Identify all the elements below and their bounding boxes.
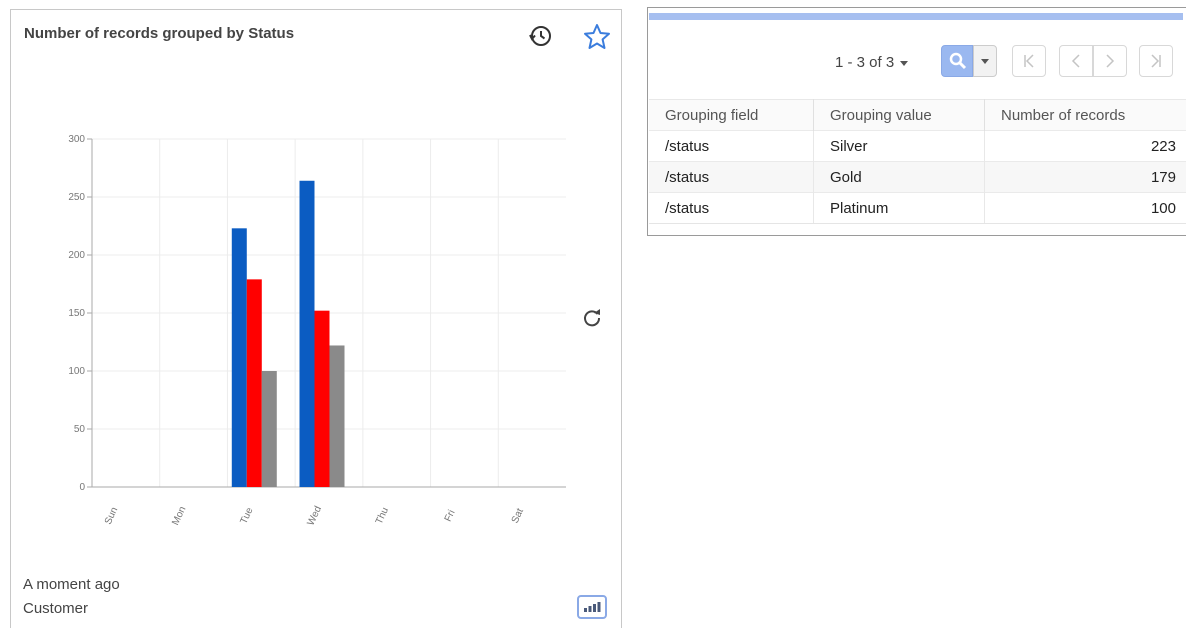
- last-page-button[interactable]: [1139, 45, 1173, 77]
- previous-page-button[interactable]: [1059, 45, 1093, 77]
- cell-grouping-field: /status: [649, 192, 814, 224]
- y-tick-label: 50: [74, 424, 86, 435]
- bar-chart: 0 50 100 150 200 250 300 Sun Mon Tue Wed Thu Fri Sat: [68, 134, 566, 528]
- bar: [246, 279, 262, 487]
- bar: [231, 228, 247, 487]
- bar: [329, 345, 345, 487]
- bar: [314, 310, 330, 487]
- cell-number-of-records: 179: [984, 161, 1186, 193]
- chart-widget: Number of records grouped by Status 0 50 1…: [10, 9, 622, 628]
- x-tick-label: Tue: [238, 506, 255, 526]
- entity-name: Customer: [23, 600, 89, 617]
- chart-type-button[interactable]: [577, 595, 607, 619]
- pagination-dropdown[interactable]: 1 - 3 of 3: [835, 54, 909, 71]
- x-tick-label: Sun: [103, 506, 120, 527]
- first-page-icon: [1024, 54, 1034, 68]
- cell-grouping-value: Gold: [813, 161, 985, 193]
- cell-grouping-value: Silver: [813, 130, 985, 162]
- y-tick-label: 250: [68, 192, 85, 203]
- table-row[interactable]: /status Gold 179: [649, 161, 1186, 193]
- caret-down-icon: [981, 59, 989, 64]
- cell-number-of-records: 100: [984, 192, 1186, 224]
- cell-number-of-records: 223: [984, 130, 1186, 162]
- y-tick-label: 300: [68, 134, 85, 145]
- y-tick-label: 150: [68, 308, 85, 319]
- bar-chart-icon: [584, 602, 601, 612]
- x-tick-label: Fri: [443, 508, 458, 523]
- table-header-row: Grouping field Grouping value Number of …: [649, 99, 1186, 131]
- last-page-icon: [1151, 54, 1161, 68]
- cell-grouping-field: /status: [649, 161, 814, 193]
- column-header-grouping-value[interactable]: Grouping value: [813, 99, 985, 131]
- x-tick-label: Sat: [510, 507, 526, 525]
- table-row[interactable]: /status Platinum 100: [649, 192, 1186, 224]
- last-updated-text: A moment ago: [23, 576, 120, 593]
- panel-header-bar: [649, 13, 1183, 20]
- next-page-button[interactable]: [1093, 45, 1127, 77]
- cell-grouping-value: Platinum: [813, 192, 985, 224]
- caret-down-icon: [900, 60, 909, 66]
- bar: [261, 371, 277, 487]
- pagination-text: 1 - 3 of 3: [835, 54, 895, 71]
- chevron-left-icon: [1071, 54, 1080, 68]
- first-page-button[interactable]: [1012, 45, 1046, 77]
- bar: [299, 180, 315, 487]
- column-header-grouping-field[interactable]: Grouping field: [649, 99, 814, 131]
- y-tick-label: 200: [68, 250, 85, 261]
- search-icon: [949, 52, 967, 70]
- y-tick-label: 100: [68, 366, 85, 377]
- search-options-button[interactable]: [973, 45, 997, 77]
- x-tick-label: Thu: [374, 506, 391, 526]
- cell-grouping-field: /status: [649, 130, 814, 162]
- x-tick-label: Mon: [170, 505, 188, 527]
- table-row[interactable]: /status Silver 223: [649, 130, 1186, 162]
- x-tick-label: Wed: [305, 504, 324, 527]
- results-table: Grouping field Grouping value Number of …: [649, 99, 1186, 224]
- search-button[interactable]: [941, 45, 973, 77]
- results-panel: 1 - 3 of 3 Grouping field Grouping value…: [647, 7, 1186, 236]
- chevron-right-icon: [1106, 54, 1115, 68]
- column-header-number-of-records[interactable]: Number of records: [984, 99, 1186, 131]
- y-tick-label: 0: [79, 482, 85, 493]
